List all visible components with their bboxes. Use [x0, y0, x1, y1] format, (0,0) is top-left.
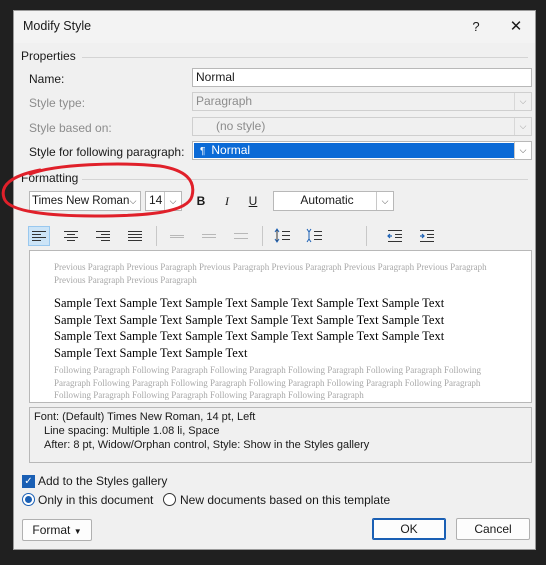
toolbar-separator — [156, 226, 157, 246]
format-label: Format — [32, 523, 71, 537]
font-size-dropdown[interactable]: 14 ⌵ — [145, 191, 182, 211]
formatting-heading: Formatting — [21, 171, 79, 185]
underline-button[interactable]: U — [243, 191, 263, 211]
font-size-value: 14 — [149, 193, 163, 207]
properties-divider — [82, 57, 528, 58]
bold-button[interactable]: B — [191, 191, 211, 211]
based-on-value: (no style) — [216, 119, 266, 133]
modify-style-dialog: Modify Style ? ✕ Properties Name: Normal… — [13, 10, 536, 550]
only-this-document-label: Only in this document — [38, 493, 154, 507]
font-dropdown[interactable]: Times New Roman ⌵ — [29, 191, 141, 211]
style-preview: Previous Paragraph Previous Paragraph Pr… — [29, 250, 532, 403]
sample-line: Sample Text Sample Text Sample Text Samp… — [54, 312, 445, 327]
decrease-indent-icon[interactable] — [384, 226, 406, 246]
following-paragraph-dropdown[interactable]: ¶ Normal ⌵ — [192, 141, 532, 160]
style-type-dropdown[interactable]: Paragraph ⌵ — [192, 92, 532, 111]
toolbar-separator — [366, 226, 367, 246]
dialog-title: Modify Style — [23, 19, 92, 33]
double-spacing-icon[interactable] — [230, 226, 252, 246]
format-button[interactable]: Format ▼ — [22, 519, 92, 541]
following-value: Normal — [211, 143, 251, 157]
description-line: Line spacing: Multiple 1.08 li, Space — [44, 425, 220, 437]
name-field[interactable]: Normal — [192, 68, 532, 87]
help-button[interactable]: ? — [465, 16, 487, 38]
chevron-down-icon: ⌵ — [376, 192, 393, 210]
italic-button[interactable]: I — [217, 191, 237, 211]
chevron-down-icon: ⌵ — [164, 192, 181, 210]
space-after-icon[interactable] — [304, 226, 326, 246]
space-before-icon[interactable] — [272, 226, 294, 246]
increase-indent-icon[interactable] — [416, 226, 438, 246]
add-to-gallery-checkbox[interactable]: ✓ — [22, 475, 35, 488]
style-type-label: Style type: — [29, 96, 86, 110]
previous-paragraph-text: Previous Paragraph Previous Paragraph Pr… — [54, 262, 487, 285]
cancel-button[interactable]: Cancel — [456, 518, 530, 540]
new-documents-label: New documents based on this template — [180, 493, 391, 507]
justify-icon[interactable] — [124, 226, 146, 246]
style-description: Font: (Default) Times New Roman, 14 pt, … — [29, 407, 532, 463]
formatting-divider — [82, 179, 528, 180]
close-button[interactable]: ✕ — [505, 16, 527, 38]
font-color-value: Automatic — [300, 193, 354, 207]
align-left-icon[interactable] — [28, 226, 50, 246]
properties-heading: Properties — [21, 49, 76, 63]
single-spacing-icon[interactable] — [166, 226, 188, 246]
based-on-label: Style based on: — [29, 121, 112, 135]
font-color-dropdown[interactable]: Automatic ⌵ — [273, 191, 394, 211]
paragraph-mark-icon: ¶ — [200, 146, 206, 157]
description-line: Font: (Default) Times New Roman, 14 pt, … — [34, 411, 256, 423]
title-bar: Modify Style ? ✕ — [14, 11, 535, 43]
following-paragraph-text: Following Paragraph Following Paragraph … — [54, 365, 481, 400]
sample-text: Sample Text Sample Text Sample Text Samp… — [54, 295, 494, 361]
only-this-document-radio[interactable] — [22, 493, 35, 506]
chevron-down-icon: ⌵ — [514, 118, 531, 135]
font-value: Times New Roman — [32, 195, 130, 207]
sample-line: Sample Text Sample Text Sample Text Samp… — [54, 296, 445, 310]
name-value: Normal — [196, 70, 235, 84]
chevron-down-icon: ⌵ — [514, 142, 531, 159]
align-center-icon[interactable] — [60, 226, 82, 246]
ok-button[interactable]: OK — [372, 518, 446, 540]
toolbar-separator — [262, 226, 263, 246]
new-documents-radio[interactable] — [163, 493, 176, 506]
align-right-icon[interactable] — [92, 226, 114, 246]
chevron-down-icon: ⌵ — [129, 196, 137, 206]
one-half-spacing-icon[interactable] — [198, 226, 220, 246]
style-type-value: Paragraph — [196, 94, 253, 108]
description-line: After: 8 pt, Widow/Orphan control, Style… — [44, 439, 370, 451]
add-to-gallery-label: Add to the Styles gallery — [38, 474, 168, 488]
based-on-dropdown[interactable]: (no style) ⌵ — [192, 117, 532, 136]
sample-line: Sample Text Sample Text Sample Text — [54, 345, 248, 360]
following-selection: ¶ Normal — [194, 143, 514, 158]
sample-line: Sample Text Sample Text Sample Text Samp… — [54, 329, 445, 343]
chevron-down-icon: ⌵ — [514, 93, 531, 110]
following-paragraph-label: Style for following paragraph: — [29, 145, 185, 159]
caret-down-icon: ▼ — [73, 527, 82, 536]
name-label: Name: — [29, 72, 65, 86]
